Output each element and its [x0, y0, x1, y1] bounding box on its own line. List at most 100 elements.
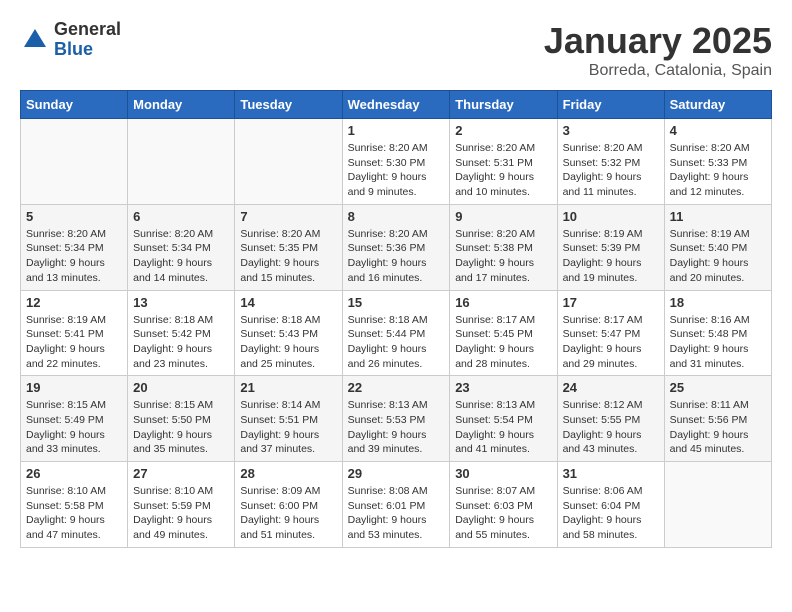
calendar-cell-w4-d5: 23 Sunrise: 8:13 AM Sunset: 5:54 PM Dayli…: [450, 376, 557, 462]
calendar-cell-w1-d6: 3 Sunrise: 8:20 AM Sunset: 5:32 PM Daylig…: [557, 119, 664, 205]
col-saturday: Saturday: [664, 91, 771, 119]
logo-general-text: General: [54, 20, 121, 40]
calendar-cell-w5-d5: 30 Sunrise: 8:07 AM Sunset: 6:03 PM Dayli…: [450, 462, 557, 548]
calendar-cell-w3-d7: 18Sunrise: 8:16 AM Sunset: 5:48 PM Dayli…: [664, 290, 771, 376]
calendar-cell-w5-d6: 31Sunrise: 8:06 AM Sunset: 6:04 PM Dayli…: [557, 462, 664, 548]
day-info: Sunrise: 8:17 AM Sunset: 5:45 PM Dayligh…: [455, 313, 551, 372]
calendar-cell-w4-d7: 25 Sunrise: 8:11 AM Sunset: 5:56 PM Dayli…: [664, 376, 771, 462]
calendar-week-5: 26Sunrise: 8:10 AM Sunset: 5:58 PM Dayli…: [21, 462, 772, 548]
day-number: 4: [670, 123, 766, 138]
day-number: 6: [133, 209, 229, 224]
calendar-cell-w1-d1: [21, 119, 128, 205]
calendar-cell-w2-d2: 6 Sunrise: 8:20 AM Sunset: 5:34 PM Daylig…: [128, 204, 235, 290]
calendar-cell-w4-d3: 21 Sunrise: 8:14 AM Sunset: 5:51 PM Dayli…: [235, 376, 342, 462]
day-number: 12: [26, 295, 122, 310]
day-info: Sunrise: 8:19 AM Sunset: 5:41 PM Dayligh…: [26, 313, 122, 372]
calendar-cell-w5-d3: 28 Sunrise: 8:09 AM Sunset: 6:00 PM Dayli…: [235, 462, 342, 548]
day-number: 27: [133, 466, 229, 481]
day-number: 20: [133, 380, 229, 395]
day-number: 18: [670, 295, 766, 310]
day-info: Sunrise: 8:13 AM Sunset: 5:53 PM Dayligh…: [348, 398, 445, 457]
calendar-cell-w5-d1: 26Sunrise: 8:10 AM Sunset: 5:58 PM Dayli…: [21, 462, 128, 548]
day-number: 7: [240, 209, 336, 224]
day-number: 10: [563, 209, 659, 224]
day-info: Sunrise: 8:20 AM Sunset: 5:32 PM Dayligh…: [563, 141, 659, 200]
calendar-cell-w1-d7: 4 Sunrise: 8:20 AM Sunset: 5:33 PM Daylig…: [664, 119, 771, 205]
day-info: Sunrise: 8:12 AM Sunset: 5:55 PM Dayligh…: [563, 398, 659, 457]
day-info: Sunrise: 8:20 AM Sunset: 5:34 PM Dayligh…: [133, 227, 229, 286]
col-tuesday: Tuesday: [235, 91, 342, 119]
calendar-cell-w5-d2: 27Sunrise: 8:10 AM Sunset: 5:59 PM Dayli…: [128, 462, 235, 548]
day-number: 24: [563, 380, 659, 395]
col-wednesday: Wednesday: [342, 91, 450, 119]
day-info: Sunrise: 8:19 AM Sunset: 5:40 PM Dayligh…: [670, 227, 766, 286]
calendar-cell-w5-d4: 29 Sunrise: 8:08 AM Sunset: 6:01 PM Dayli…: [342, 462, 450, 548]
calendar-week-4: 19Sunrise: 8:15 AM Sunset: 5:49 PM Dayli…: [21, 376, 772, 462]
day-info: Sunrise: 8:18 AM Sunset: 5:44 PM Dayligh…: [348, 313, 445, 372]
col-thursday: Thursday: [450, 91, 557, 119]
day-info: Sunrise: 8:20 AM Sunset: 5:34 PM Dayligh…: [26, 227, 122, 286]
day-number: 31: [563, 466, 659, 481]
day-info: Sunrise: 8:18 AM Sunset: 5:43 PM Dayligh…: [240, 313, 336, 372]
title-area: January 2025 Borreda, Catalonia, Spain: [544, 20, 772, 80]
day-info: Sunrise: 8:20 AM Sunset: 5:35 PM Dayligh…: [240, 227, 336, 286]
day-number: 8: [348, 209, 445, 224]
day-number: 30: [455, 466, 551, 481]
calendar-cell-w2-d6: 10 Sunrise: 8:19 AM Sunset: 5:39 PM Dayli…: [557, 204, 664, 290]
calendar-cell-w2-d4: 8Sunrise: 8:20 AM Sunset: 5:36 PM Daylig…: [342, 204, 450, 290]
day-number: 5: [26, 209, 122, 224]
calendar-cell-w2-d7: 11 Sunrise: 8:19 AM Sunset: 5:40 PM Dayli…: [664, 204, 771, 290]
calendar-cell-w3-d1: 12 Sunrise: 8:19 AM Sunset: 5:41 PM Dayli…: [21, 290, 128, 376]
calendar-table: Sunday Monday Tuesday Wednesday Thursday…: [20, 90, 772, 548]
logo: General Blue: [20, 20, 121, 60]
calendar-cell-w3-d5: 16 Sunrise: 8:17 AM Sunset: 5:45 PM Dayli…: [450, 290, 557, 376]
calendar-cell-w5-d7: [664, 462, 771, 548]
day-number: 25: [670, 380, 766, 395]
day-info: Sunrise: 8:07 AM Sunset: 6:03 PM Dayligh…: [455, 484, 551, 543]
calendar-cell-w4-d6: 24 Sunrise: 8:12 AM Sunset: 5:55 PM Dayli…: [557, 376, 664, 462]
day-info: Sunrise: 8:18 AM Sunset: 5:42 PM Dayligh…: [133, 313, 229, 372]
day-number: 29: [348, 466, 445, 481]
day-info: Sunrise: 8:13 AM Sunset: 5:54 PM Dayligh…: [455, 398, 551, 457]
calendar-cell-w3-d3: 14 Sunrise: 8:18 AM Sunset: 5:43 PM Dayli…: [235, 290, 342, 376]
calendar-cell-w1-d2: [128, 119, 235, 205]
day-info: Sunrise: 8:20 AM Sunset: 5:38 PM Dayligh…: [455, 227, 551, 286]
day-number: 21: [240, 380, 336, 395]
month-year-title: January 2025: [544, 20, 772, 62]
day-info: Sunrise: 8:08 AM Sunset: 6:01 PM Dayligh…: [348, 484, 445, 543]
calendar-cell-w1-d5: 2Sunrise: 8:20 AM Sunset: 5:31 PM Daylig…: [450, 119, 557, 205]
day-number: 1: [348, 123, 445, 138]
calendar-week-2: 5 Sunrise: 8:20 AM Sunset: 5:34 PM Daylig…: [21, 204, 772, 290]
day-number: 3: [563, 123, 659, 138]
calendar-week-3: 12 Sunrise: 8:19 AM Sunset: 5:41 PM Dayli…: [21, 290, 772, 376]
logo-icon: [20, 25, 50, 55]
day-number: 16: [455, 295, 551, 310]
day-number: 11: [670, 209, 766, 224]
day-number: 13: [133, 295, 229, 310]
calendar-cell-w3-d6: 17Sunrise: 8:17 AM Sunset: 5:47 PM Dayli…: [557, 290, 664, 376]
day-info: Sunrise: 8:15 AM Sunset: 5:50 PM Dayligh…: [133, 398, 229, 457]
calendar-cell-w3-d4: 15Sunrise: 8:18 AM Sunset: 5:44 PM Dayli…: [342, 290, 450, 376]
day-number: 28: [240, 466, 336, 481]
day-number: 2: [455, 123, 551, 138]
day-number: 14: [240, 295, 336, 310]
day-info: Sunrise: 8:11 AM Sunset: 5:56 PM Dayligh…: [670, 398, 766, 457]
page-header: General Blue January 2025 Borreda, Catal…: [20, 20, 772, 80]
calendar-week-1: 1Sunrise: 8:20 AM Sunset: 5:30 PM Daylig…: [21, 119, 772, 205]
calendar-cell-w2-d1: 5 Sunrise: 8:20 AM Sunset: 5:34 PM Daylig…: [21, 204, 128, 290]
day-info: Sunrise: 8:20 AM Sunset: 5:33 PM Dayligh…: [670, 141, 766, 200]
calendar-cell-w2-d3: 7 Sunrise: 8:20 AM Sunset: 5:35 PM Daylig…: [235, 204, 342, 290]
calendar-cell-w4-d4: 22 Sunrise: 8:13 AM Sunset: 5:53 PM Dayli…: [342, 376, 450, 462]
calendar-cell-w1-d4: 1Sunrise: 8:20 AM Sunset: 5:30 PM Daylig…: [342, 119, 450, 205]
day-info: Sunrise: 8:17 AM Sunset: 5:47 PM Dayligh…: [563, 313, 659, 372]
day-number: 23: [455, 380, 551, 395]
logo-blue-text: Blue: [54, 40, 121, 60]
day-info: Sunrise: 8:14 AM Sunset: 5:51 PM Dayligh…: [240, 398, 336, 457]
col-friday: Friday: [557, 91, 664, 119]
day-number: 26: [26, 466, 122, 481]
calendar-cell-w3-d2: 13 Sunrise: 8:18 AM Sunset: 5:42 PM Dayli…: [128, 290, 235, 376]
day-number: 22: [348, 380, 445, 395]
calendar-cell-w4-d2: 20 Sunrise: 8:15 AM Sunset: 5:50 PM Dayli…: [128, 376, 235, 462]
day-info: Sunrise: 8:09 AM Sunset: 6:00 PM Dayligh…: [240, 484, 336, 543]
day-info: Sunrise: 8:19 AM Sunset: 5:39 PM Dayligh…: [563, 227, 659, 286]
